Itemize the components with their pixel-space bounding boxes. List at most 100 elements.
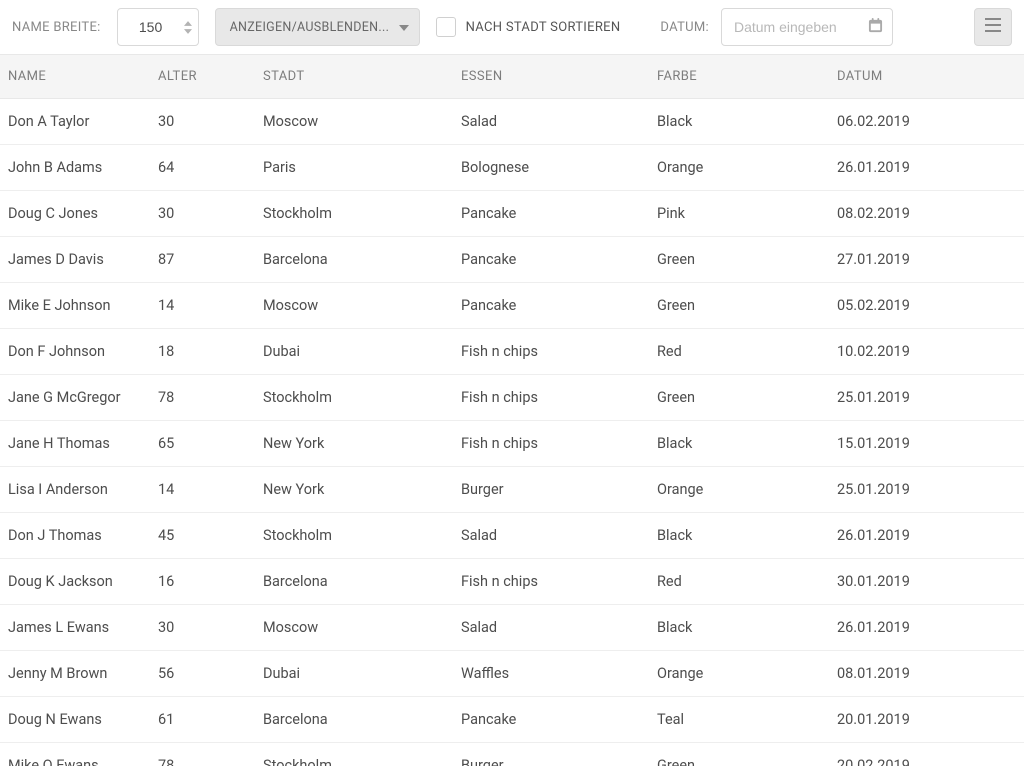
cell-essen: Salad <box>453 605 649 650</box>
cell-alter: 18 <box>150 329 255 374</box>
cell-name: Don F Johnson <box>0 329 150 374</box>
cell-stadt: Barcelona <box>255 237 453 282</box>
cell-datum: 25.01.2019 <box>829 467 1024 512</box>
cell-datum: 20.02.2019 <box>829 743 1024 766</box>
cell-name: John B Adams <box>0 145 150 190</box>
table-row[interactable]: Jenny M Brown56DubaiWafflesOrange08.01.2… <box>0 651 1024 697</box>
col-header-stadt[interactable]: STADT <box>255 55 453 98</box>
cell-name: Lisa I Anderson <box>0 467 150 512</box>
cell-stadt: Moscow <box>255 99 453 144</box>
table-row[interactable]: Doug K Jackson16BarcelonaFish n chipsRed… <box>0 559 1024 605</box>
cell-farbe: Green <box>649 237 829 282</box>
hamburger-menu-button[interactable] <box>974 8 1012 46</box>
calendar-icon[interactable] <box>868 18 883 37</box>
name-width-spinner <box>117 8 199 46</box>
cell-stadt: Barcelona <box>255 697 453 742</box>
cell-essen: Pancake <box>453 237 649 282</box>
cell-essen: Salad <box>453 99 649 144</box>
date-label: DATUM: <box>660 20 709 35</box>
cell-alter: 45 <box>150 513 255 558</box>
cell-stadt: New York <box>255 421 453 466</box>
cell-name: Don A Taylor <box>0 99 150 144</box>
cell-name: Jane G McGregor <box>0 375 150 420</box>
cell-datum: 06.02.2019 <box>829 99 1024 144</box>
cell-essen: Waffles <box>453 651 649 696</box>
cell-essen: Bolognese <box>453 145 649 190</box>
cell-name: Mike O Ewans <box>0 743 150 766</box>
table-row[interactable]: Jane H Thomas65New YorkFish n chipsBlack… <box>0 421 1024 467</box>
cell-name: James D Davis <box>0 237 150 282</box>
table-row[interactable]: Don F Johnson18DubaiFish n chipsRed10.02… <box>0 329 1024 375</box>
cell-alter: 78 <box>150 375 255 420</box>
spinner-up-icon[interactable] <box>183 20 193 26</box>
show-hide-dropdown[interactable]: ANZEIGEN/AUSBLENDEN... <box>215 8 420 46</box>
cell-stadt: Paris <box>255 145 453 190</box>
table-row[interactable]: Jane G McGregor78StockholmFish n chipsGr… <box>0 375 1024 421</box>
cell-essen: Pancake <box>453 283 649 328</box>
cell-farbe: Orange <box>649 651 829 696</box>
cell-essen: Fish n chips <box>453 421 649 466</box>
cell-stadt: Dubai <box>255 651 453 696</box>
col-header-name[interactable]: NAME <box>0 55 150 98</box>
col-header-datum[interactable]: DATUM <box>829 55 1024 98</box>
cell-farbe: Black <box>649 605 829 650</box>
table-row[interactable]: Don A Taylor30MoscowSaladBlack06.02.2019 <box>0 99 1024 145</box>
cell-essen: Fish n chips <box>453 329 649 374</box>
cell-datum: 15.01.2019 <box>829 421 1024 466</box>
table-row[interactable]: Doug C Jones30StockholmPancakePink08.02.… <box>0 191 1024 237</box>
table-row[interactable]: Don J Thomas45StockholmSaladBlack26.01.2… <box>0 513 1024 559</box>
cell-farbe: Green <box>649 375 829 420</box>
cell-datum: 26.01.2019 <box>829 605 1024 650</box>
cell-name: James L Ewans <box>0 605 150 650</box>
table-row[interactable]: Mike O Ewans78StockholmBurgerGreen20.02.… <box>0 743 1024 766</box>
cell-datum: 10.02.2019 <box>829 329 1024 374</box>
cell-name: Doug K Jackson <box>0 559 150 604</box>
cell-essen: Salad <box>453 513 649 558</box>
cell-essen: Burger <box>453 743 649 766</box>
chevron-down-icon <box>399 20 409 35</box>
cell-datum: 25.01.2019 <box>829 375 1024 420</box>
cell-alter: 30 <box>150 99 255 144</box>
cell-datum: 30.01.2019 <box>829 559 1024 604</box>
table-row[interactable]: James D Davis87BarcelonaPancakeGreen27.0… <box>0 237 1024 283</box>
col-header-alter[interactable]: ALTER <box>150 55 255 98</box>
sort-by-city-checkbox[interactable] <box>436 17 456 37</box>
cell-stadt: Moscow <box>255 283 453 328</box>
table-row[interactable]: Lisa I Anderson14New YorkBurgerOrange25.… <box>0 467 1024 513</box>
cell-name: Doug C Jones <box>0 191 150 236</box>
cell-farbe: Black <box>649 513 829 558</box>
spinner-down-icon[interactable] <box>183 28 193 34</box>
show-hide-label: ANZEIGEN/AUSBLENDEN... <box>230 20 390 35</box>
cell-farbe: Black <box>649 421 829 466</box>
cell-farbe: Red <box>649 329 829 374</box>
cell-alter: 61 <box>150 697 255 742</box>
cell-farbe: Orange <box>649 467 829 512</box>
cell-datum: 26.01.2019 <box>829 145 1024 190</box>
cell-stadt: Moscow <box>255 605 453 650</box>
cell-datum: 08.01.2019 <box>829 651 1024 696</box>
sort-by-city-label: NACH STADT SORTIEREN <box>466 20 621 35</box>
hamburger-icon <box>985 18 1001 36</box>
cell-farbe: Orange <box>649 145 829 190</box>
table-header: NAME ALTER STADT ESSEN FARBE DATUM <box>0 54 1024 99</box>
cell-stadt: New York <box>255 467 453 512</box>
table-row[interactable]: Doug N Ewans61BarcelonaPancakeTeal20.01.… <box>0 697 1024 743</box>
date-group: DATUM: <box>660 8 893 46</box>
table-row[interactable]: James L Ewans30MoscowSaladBlack26.01.201… <box>0 605 1024 651</box>
table-body: Don A Taylor30MoscowSaladBlack06.02.2019… <box>0 99 1024 766</box>
cell-alter: 65 <box>150 421 255 466</box>
col-header-farbe[interactable]: FARBE <box>649 55 829 98</box>
cell-farbe: Teal <box>649 697 829 742</box>
cell-farbe: Green <box>649 283 829 328</box>
cell-alter: 64 <box>150 145 255 190</box>
cell-datum: 08.02.2019 <box>829 191 1024 236</box>
cell-farbe: Black <box>649 99 829 144</box>
table-row[interactable]: John B Adams64ParisBologneseOrange26.01.… <box>0 145 1024 191</box>
col-header-essen[interactable]: ESSEN <box>453 55 649 98</box>
cell-stadt: Stockholm <box>255 513 453 558</box>
cell-alter: 30 <box>150 605 255 650</box>
cell-alter: 56 <box>150 651 255 696</box>
cell-stadt: Barcelona <box>255 559 453 604</box>
table-row[interactable]: Mike E Johnson14MoscowPancakeGreen05.02.… <box>0 283 1024 329</box>
cell-name: Doug N Ewans <box>0 697 150 742</box>
